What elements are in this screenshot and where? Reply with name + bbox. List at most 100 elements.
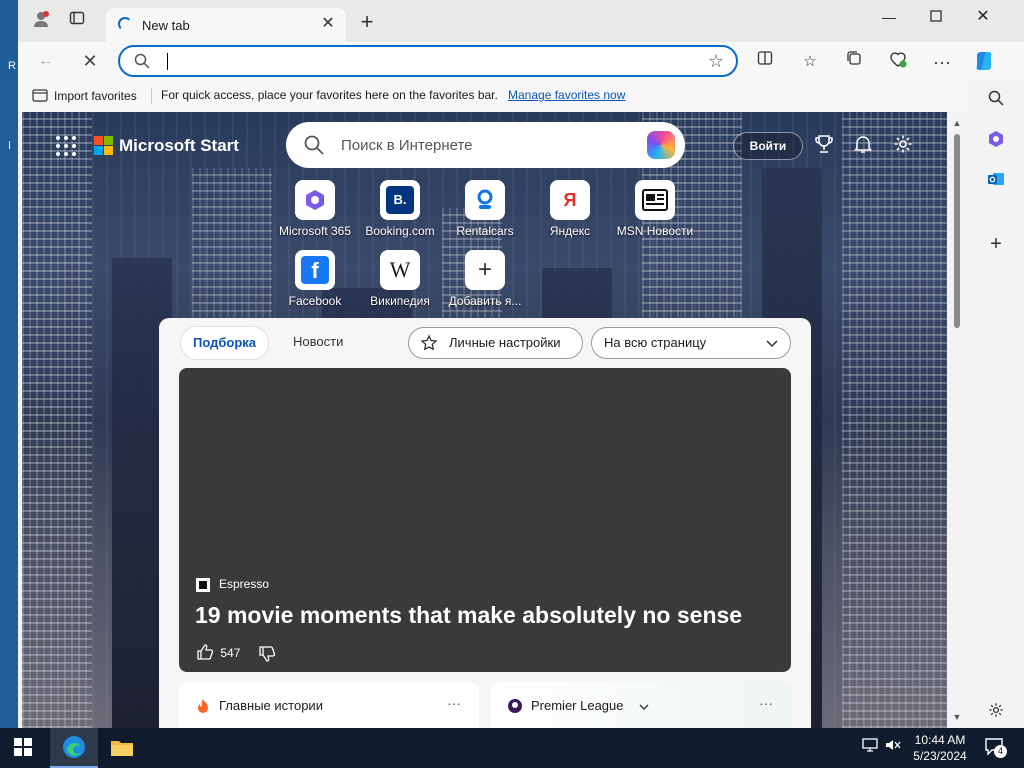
quick-link-label: Booking.com	[365, 224, 435, 238]
article-source: Espresso	[219, 577, 270, 591]
sidebar-copilot-icon[interactable]	[984, 130, 1008, 154]
quick-link-label: Википедия	[370, 294, 430, 308]
desktop-icon-label: R	[8, 60, 16, 72]
copilot-search-icon[interactable]	[647, 131, 675, 159]
tab-strip: New tab ✕ + — ✕	[18, 0, 1024, 42]
notifications-bell-icon[interactable]	[852, 134, 874, 156]
personalize-icon	[420, 334, 438, 351]
favorites-hint: For quick access, place your favorites h…	[161, 88, 498, 102]
maximize-button[interactable]	[913, 2, 959, 32]
booking-icon: B.	[380, 180, 420, 220]
microsoft-365-icon	[295, 180, 335, 220]
chevron-down-icon[interactable]	[639, 704, 649, 710]
volume-muted-icon[interactable]	[885, 738, 901, 755]
quick-link-msn-news[interactable]: MSN Новости	[612, 180, 698, 250]
more-options-icon[interactable]: ···	[447, 695, 461, 711]
settings-gear-icon[interactable]	[892, 134, 914, 156]
taskbar-edge-icon[interactable]	[50, 728, 98, 768]
personalize-label: Личные настройки	[449, 335, 561, 350]
taskbar-file-explorer-icon[interactable]	[98, 728, 146, 768]
hero-article-card[interactable]: Espresso 19 movie moments that make abso…	[179, 368, 791, 672]
copilot-icon[interactable]	[971, 50, 997, 74]
taskbar: 10:44 AM 5/23/2024 4	[0, 728, 1024, 768]
quick-link-rentalcars[interactable]: Rentalcars	[442, 180, 528, 250]
new-tab-button[interactable]: +	[354, 10, 380, 34]
quick-link-label: Microsoft 365	[278, 224, 352, 238]
quick-link-wikipedia[interactable]: W Википедия	[357, 250, 443, 320]
close-window-button[interactable]: ✕	[960, 2, 1006, 32]
import-favorites-button[interactable]: Import favorites	[32, 88, 137, 103]
stop-loading-button[interactable]: ✕	[76, 48, 104, 74]
like-count: 547	[220, 646, 241, 660]
premier-league-card[interactable]: Premier League ···	[491, 682, 791, 728]
desktop-icon-label: I	[8, 140, 12, 152]
personalize-button[interactable]: Личные настройки	[408, 327, 583, 359]
sidebar-search-icon[interactable]	[984, 90, 1008, 114]
chevron-down-icon	[766, 340, 778, 348]
search-icon	[134, 53, 150, 69]
import-favorites-label: Import favorites	[54, 89, 137, 103]
card-title: Главные истории	[219, 698, 323, 713]
sign-in-button[interactable]: Войти	[733, 132, 803, 160]
scrollbar-thumb[interactable]	[954, 134, 960, 328]
scroll-down-arrow-icon[interactable]: ▼	[951, 712, 963, 722]
profile-icon[interactable]	[28, 10, 54, 34]
back-button[interactable]: ←	[32, 48, 60, 74]
loading-spinner-icon	[118, 17, 132, 31]
minimize-button[interactable]: —	[866, 2, 912, 32]
app-launcher-icon[interactable]	[56, 136, 76, 156]
split-screen-icon[interactable]	[752, 50, 778, 74]
quick-link-add[interactable]: + Добавить я...	[442, 250, 528, 320]
card-title: Premier League	[531, 698, 624, 713]
sidebar-settings-icon[interactable]	[984, 702, 1008, 726]
action-center-icon[interactable]: 4	[984, 736, 1007, 759]
web-search-box[interactable]: Поиск в Интернете	[286, 122, 685, 168]
rewards-trophy-icon[interactable]	[813, 134, 835, 156]
favorite-star-icon[interactable]: ☆	[708, 51, 724, 72]
like-icon[interactable]	[196, 643, 214, 661]
address-input[interactable]	[170, 51, 650, 71]
close-tab-icon[interactable]: ✕	[318, 14, 338, 34]
news-feed: Подборка Новости Личные настройки На всю…	[159, 318, 811, 728]
browser-window: New tab ✕ + — ✕ ← ✕ ☆ ☆ ··· Import favor…	[18, 0, 1024, 728]
search-icon	[304, 135, 324, 155]
quick-link-facebook[interactable]: f Facebook	[272, 250, 358, 320]
background-building	[842, 112, 947, 728]
tab-actions-icon[interactable]	[64, 10, 90, 34]
flame-icon	[198, 699, 208, 713]
quick-link-yandex[interactable]: Я Яндекс	[527, 180, 613, 250]
windows-start-icon[interactable]	[14, 738, 32, 756]
add-icon: +	[465, 250, 505, 290]
quick-link-booking[interactable]: B. Booking.com	[357, 180, 443, 250]
tab-news[interactable]: Новости	[281, 326, 355, 360]
address-bar[interactable]: ☆	[118, 45, 738, 77]
clock-date: 5/23/2024	[913, 749, 967, 763]
publisher-logo-icon	[196, 578, 210, 592]
favorites-icon[interactable]: ☆	[797, 50, 823, 74]
more-options-icon[interactable]: ···	[929, 50, 955, 74]
wikipedia-icon: W	[380, 250, 420, 290]
article-headline[interactable]: 19 movie moments that make absolutely no…	[195, 602, 742, 629]
favorites-bar: Import favorites For quick access, place…	[18, 80, 968, 112]
quick-link-microsoft-365[interactable]: Microsoft 365	[272, 180, 358, 250]
quick-link-label: Добавить я...	[448, 294, 522, 308]
dislike-icon[interactable]	[258, 645, 276, 663]
layout-select[interactable]: На всю страницу	[591, 327, 791, 359]
sidebar-outlook-icon[interactable]	[984, 170, 1008, 194]
more-options-icon[interactable]: ···	[759, 695, 773, 711]
tab-new-tab[interactable]: New tab ✕	[106, 8, 346, 42]
scroll-up-arrow-icon[interactable]: ▲	[951, 118, 963, 128]
top-stories-card[interactable]: Главные истории ···	[179, 682, 479, 728]
browser-essentials-icon[interactable]	[885, 50, 911, 74]
system-clock[interactable]: 10:44 AM 5/23/2024	[902, 732, 978, 764]
manage-favorites-link[interactable]: Manage favorites now	[508, 88, 625, 102]
text-caret	[167, 53, 168, 70]
collections-icon[interactable]	[841, 50, 867, 74]
sidebar-add-icon[interactable]: +	[984, 232, 1008, 256]
tab-title: New tab	[142, 18, 190, 33]
notification-count-badge: 4	[994, 745, 1007, 758]
favorites-divider	[151, 88, 152, 104]
network-icon[interactable]	[862, 738, 878, 755]
tab-curated[interactable]: Подборка	[180, 326, 270, 360]
page-scrollbar[interactable]: ▲ ▼	[947, 112, 968, 728]
